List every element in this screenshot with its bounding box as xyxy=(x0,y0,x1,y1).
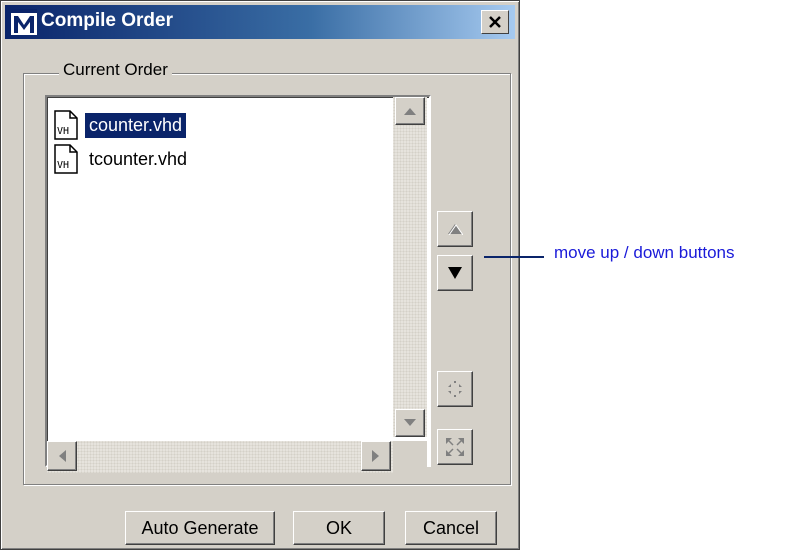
group-label: Current Order xyxy=(59,60,172,80)
file-name: tcounter.vhd xyxy=(89,148,188,169)
scrollbar-corner xyxy=(393,441,427,473)
scroll-right-button[interactable] xyxy=(361,441,391,471)
annotation-label: move up / down buttons xyxy=(554,243,735,262)
scroll-left-button[interactable] xyxy=(47,441,77,471)
move-down-button[interactable] xyxy=(437,255,473,291)
file-list[interactable]: VH counter.vhd VH tcounter.vhd xyxy=(45,95,431,467)
close-button[interactable] xyxy=(481,10,509,34)
vhdl-file-icon: VH xyxy=(54,144,78,174)
triangle-right-icon xyxy=(372,450,379,462)
expand-button[interactable] xyxy=(437,429,473,465)
triangle-up-icon xyxy=(404,108,416,115)
dialog-title: Compile Order xyxy=(41,10,173,31)
triangle-down-icon xyxy=(448,267,462,279)
close-icon xyxy=(489,16,501,28)
annotation-line xyxy=(484,256,544,258)
triangle-down-icon xyxy=(404,419,416,426)
vhdl-file-icon: VH xyxy=(54,110,78,140)
svg-text:VH: VH xyxy=(57,160,69,171)
triangle-left-icon xyxy=(59,450,66,462)
list-item[interactable]: VH tcounter.vhd xyxy=(53,143,191,175)
list-item[interactable]: VH counter.vhd xyxy=(53,109,187,141)
cancel-button[interactable]: Cancel xyxy=(405,511,497,545)
auto-generate-button[interactable]: Auto Generate xyxy=(125,511,275,545)
vertical-scrollbar[interactable] xyxy=(393,97,427,437)
file-name: counter.vhd xyxy=(85,112,187,138)
expand-arrows-icon xyxy=(446,438,464,456)
collapse-arrows-icon xyxy=(448,381,462,397)
compile-order-dialog: Compile Order Current Order VH counter.v… xyxy=(0,0,520,550)
triangle-up-icon xyxy=(448,224,463,235)
collapse-button[interactable] xyxy=(437,371,473,407)
svg-text:VH: VH xyxy=(57,126,69,137)
ok-button[interactable]: OK xyxy=(293,511,385,545)
title-bar[interactable]: Compile Order xyxy=(5,5,515,39)
scroll-up-button[interactable] xyxy=(395,97,425,125)
move-up-button[interactable] xyxy=(437,211,473,247)
scroll-down-button[interactable] xyxy=(395,409,425,437)
modelsim-m-icon xyxy=(11,9,37,35)
horizontal-scrollbar[interactable] xyxy=(47,441,393,473)
